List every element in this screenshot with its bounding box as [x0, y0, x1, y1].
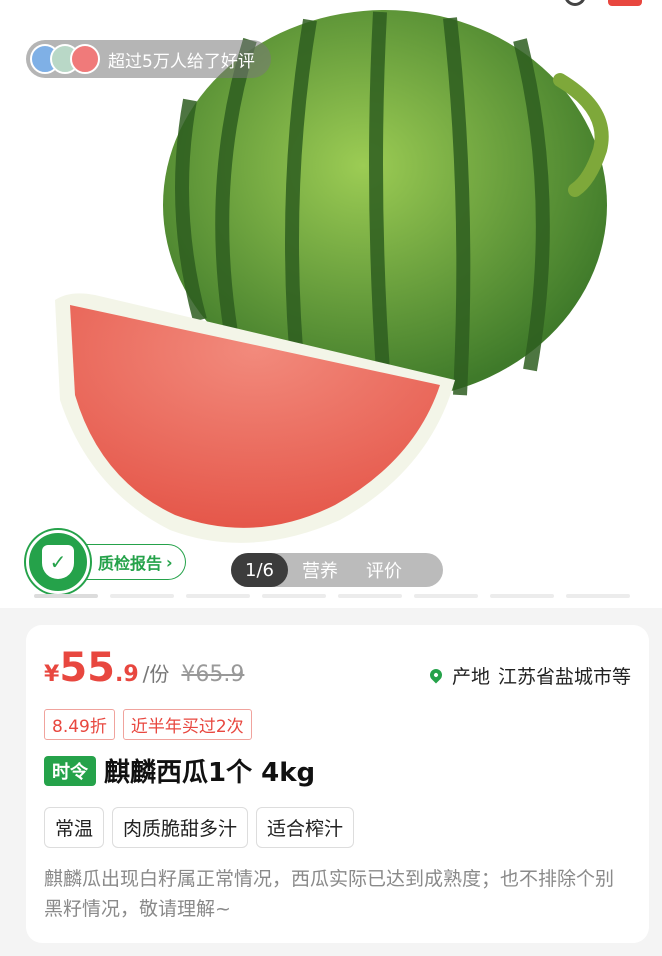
reviewer-avatars — [30, 44, 100, 74]
quality-badge-icon: ✓ — [26, 530, 90, 594]
quality-report-text: 质检报告 — [98, 554, 163, 573]
search-icon[interactable] — [564, 0, 586, 6]
title-row: 时令 麒麟西瓜1个 4kg — [44, 752, 631, 789]
feature-tags: 常温 肉质脆甜多汁 适合榨汁 — [44, 807, 631, 848]
product-image — [55, 10, 609, 543]
gallery-dot — [566, 594, 630, 598]
product-title: 麒麟西瓜1个 4kg — [104, 758, 316, 788]
tab-image-counter[interactable]: 1/6 — [231, 553, 288, 587]
price-row: ¥ 55 .9 /份 ¥65.9 产地 江苏省盐城市等 — [44, 645, 631, 695]
gallery-dot — [110, 594, 174, 598]
gallery-dot — [414, 594, 478, 598]
feature-tag: 肉质脆甜多汁 — [112, 807, 249, 848]
quality-report-button[interactable]: ✓ 质检报告 › — [26, 530, 186, 594]
feature-tag: 常温 — [44, 807, 105, 848]
shield-check-icon: ✓ — [42, 545, 74, 579]
purchase-history-badge: 近半年买过2次 — [122, 709, 252, 740]
cart-icon[interactable] — [608, 0, 642, 6]
origin-info[interactable]: 产地 江苏省盐城市等 — [427, 662, 631, 689]
review-summary[interactable]: 超过5万人给了好评 — [26, 40, 271, 78]
discount-badge: 8.49折 — [44, 709, 115, 740]
gallery-dot — [186, 594, 250, 598]
origin-label: 产地 — [451, 665, 490, 688]
product-info-card: ¥ 55 .9 /份 ¥65.9 产地 江苏省盐城市等 8.49折 近半年买过2… — [26, 625, 649, 943]
review-summary-text: 超过5万人给了好评 — [108, 51, 255, 72]
quality-report-label: 质检报告 › — [86, 544, 186, 580]
gallery-dot — [34, 594, 98, 598]
seasonal-tag: 时令 — [44, 755, 96, 786]
gallery-tabs: 1/6 营养 评价 — [231, 553, 443, 587]
price-unit: /份 — [142, 662, 170, 686]
product-description: 麒麟瓜出现白籽属正常情况，西瓜实际已达到成熟度；也不排除个别黑籽情况，敬请理解~ — [44, 868, 615, 920]
top-actions — [564, 0, 642, 6]
feature-tag: 适合榨汁 — [256, 807, 355, 848]
price-integer: 55 — [59, 645, 115, 691]
chevron-right-icon: › — [166, 552, 173, 572]
location-pin-icon — [427, 666, 445, 684]
promo-badges: 8.49折 近半年买过2次 — [44, 709, 631, 740]
tab-reviews[interactable]: 评价 — [352, 553, 416, 587]
gallery-dot — [262, 594, 326, 598]
original-price: ¥65.9 — [181, 662, 245, 687]
avatar — [70, 44, 100, 74]
tab-nutrition[interactable]: 营养 — [288, 553, 352, 587]
currency-symbol: ¥ — [44, 662, 60, 687]
gallery-progress — [34, 594, 630, 598]
product-image-gallery[interactable]: 超过5万人给了好评 ✓ 质检报告 › 1/6 营养 评价 — [0, 0, 662, 608]
gallery-dot — [490, 594, 554, 598]
origin-value: 江苏省盐城市等 — [497, 665, 631, 688]
price-decimal: .9 — [114, 662, 139, 687]
gallery-dot — [338, 594, 402, 598]
